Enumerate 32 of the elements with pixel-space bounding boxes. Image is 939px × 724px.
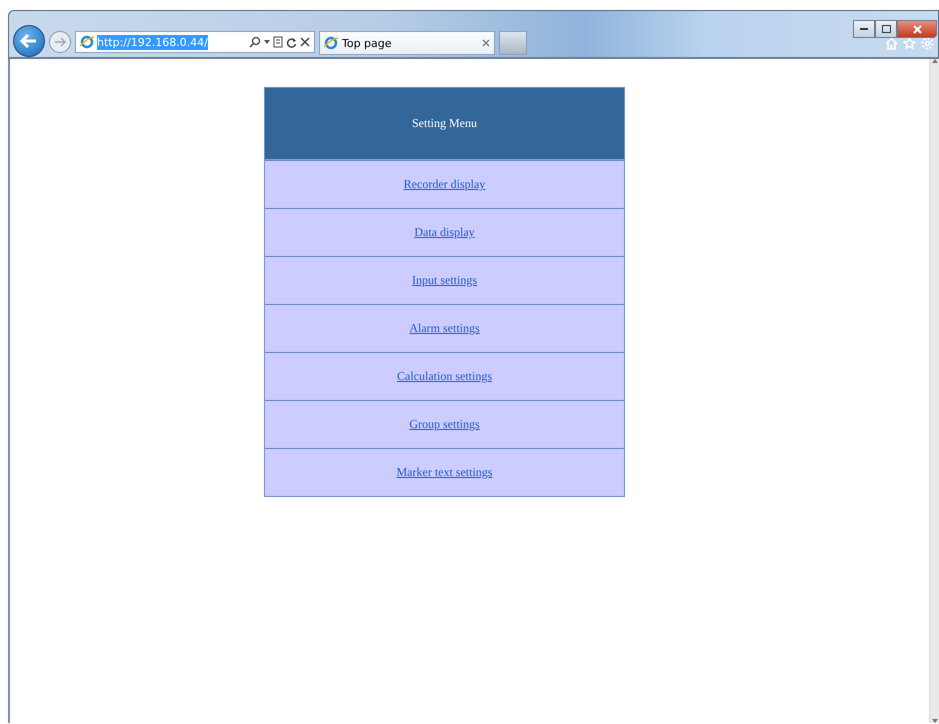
close-icon bbox=[912, 24, 922, 34]
browser-tab[interactable]: Top page bbox=[319, 31, 495, 55]
menu-link[interactable]: Marker text settings bbox=[396, 465, 492, 480]
close-icon[interactable] bbox=[482, 39, 490, 47]
menu-title: Setting Menu bbox=[412, 116, 477, 131]
scroll-down-icon[interactable] bbox=[932, 719, 938, 723]
menu-link[interactable]: Calculation settings bbox=[397, 369, 492, 384]
back-button[interactable] bbox=[13, 25, 45, 57]
close-button[interactable] bbox=[897, 20, 937, 38]
compatibility-icon[interactable] bbox=[273, 36, 283, 48]
settings-icon[interactable] bbox=[921, 37, 934, 50]
close-icon[interactable] bbox=[300, 37, 310, 47]
menu-link[interactable]: Alarm settings bbox=[409, 321, 480, 336]
menu-link[interactable]: Group settings bbox=[409, 417, 480, 432]
minimize-button[interactable] bbox=[853, 20, 875, 38]
menu-link[interactable]: Data display bbox=[414, 225, 475, 240]
arrow-right-icon bbox=[54, 37, 66, 47]
menu-link[interactable]: Input settings bbox=[412, 273, 477, 288]
menu-link[interactable]: Recorder display bbox=[404, 177, 486, 192]
address-field[interactable]: http://192.168.0.44/ bbox=[75, 31, 315, 53]
maximize-button[interactable] bbox=[875, 20, 897, 38]
arrow-left-icon bbox=[20, 33, 38, 49]
search-icon[interactable] bbox=[249, 36, 261, 48]
browser-logo-icon bbox=[80, 35, 94, 49]
minimize-icon bbox=[860, 28, 868, 30]
star-icon[interactable] bbox=[903, 37, 916, 50]
scrollbar[interactable] bbox=[929, 59, 939, 723]
home-icon[interactable] bbox=[885, 37, 898, 50]
refresh-icon[interactable] bbox=[286, 36, 297, 48]
maximize-icon bbox=[882, 25, 890, 33]
browser-logo-icon bbox=[324, 36, 338, 50]
dropdown-icon[interactable] bbox=[264, 40, 270, 44]
